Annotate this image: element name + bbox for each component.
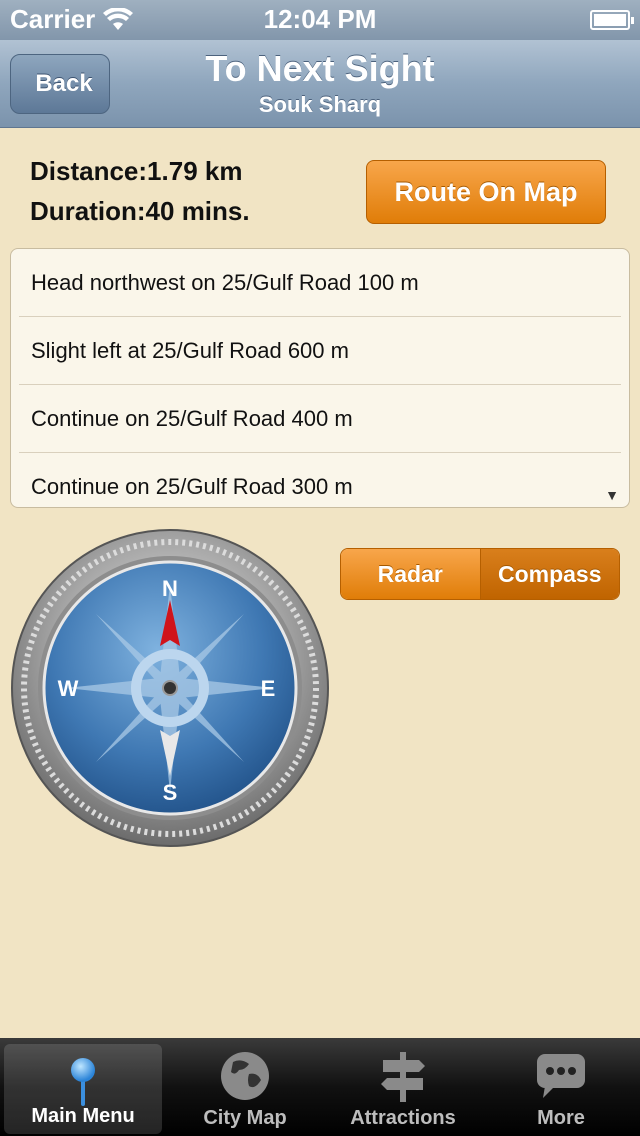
compass-east-label: E xyxy=(261,676,276,701)
page-title: To Next Sight xyxy=(205,48,435,89)
compass-dial: N S W E xyxy=(11,529,329,847)
list-item[interactable]: Slight left at 25/Gulf Road 600 m xyxy=(19,317,621,385)
duration-label: Duration: xyxy=(30,196,146,226)
map-pin-icon xyxy=(71,1058,95,1106)
tab-main-menu[interactable]: Main Menu xyxy=(4,1044,162,1134)
list-item[interactable]: Continue on 25/Gulf Road 400 m xyxy=(19,385,621,453)
globe-icon xyxy=(221,1052,269,1100)
page-subtitle: Souk Sharq xyxy=(258,92,382,117)
tab-more[interactable]: More xyxy=(482,1038,640,1136)
compass-segment[interactable]: Compass xyxy=(480,549,619,599)
chat-bubble-icon xyxy=(537,1054,585,1098)
scroll-down-icon[interactable]: ▼ xyxy=(605,487,619,503)
navigation-bar: Back To Next Sight Souk Sharq xyxy=(0,40,640,128)
compass-west-label: W xyxy=(58,676,79,701)
radar-segment[interactable]: Radar xyxy=(341,549,481,599)
compass-south-label: S xyxy=(163,780,178,805)
distance-label: Distance: xyxy=(30,156,148,186)
duration-row: Duration:40 mins. xyxy=(30,196,250,227)
status-bar: Carrier 12:04 PM xyxy=(0,0,640,40)
list-item[interactable]: Continue on 25/Gulf Road 300 m xyxy=(19,453,621,507)
status-time: 12:04 PM xyxy=(263,4,377,34)
tab-bar: Main Menu City Map Attractions More xyxy=(0,1038,640,1136)
tab-label: Attractions xyxy=(350,1107,456,1129)
directions-list[interactable]: Head northwest on 25/Gulf Road 100 m Sli… xyxy=(10,248,630,508)
battery-icon xyxy=(590,10,634,30)
signpost-icon xyxy=(381,1052,425,1102)
tab-label: City Map xyxy=(203,1107,287,1129)
tab-attractions[interactable]: Attractions xyxy=(324,1038,482,1136)
distance-value: 1.79 km xyxy=(147,156,243,186)
compass-north-label: N xyxy=(162,576,178,601)
tab-label: More xyxy=(537,1107,585,1129)
route-on-map-button[interactable]: Route On Map xyxy=(366,160,606,224)
tab-city-map[interactable]: City Map xyxy=(166,1038,324,1136)
duration-value: 40 mins. xyxy=(145,196,250,226)
distance-row: Distance:1.79 km xyxy=(30,156,242,187)
mode-segmented-control[interactable]: Radar Compass xyxy=(340,548,620,600)
list-item[interactable]: Head northwest on 25/Gulf Road 100 m xyxy=(19,249,621,317)
